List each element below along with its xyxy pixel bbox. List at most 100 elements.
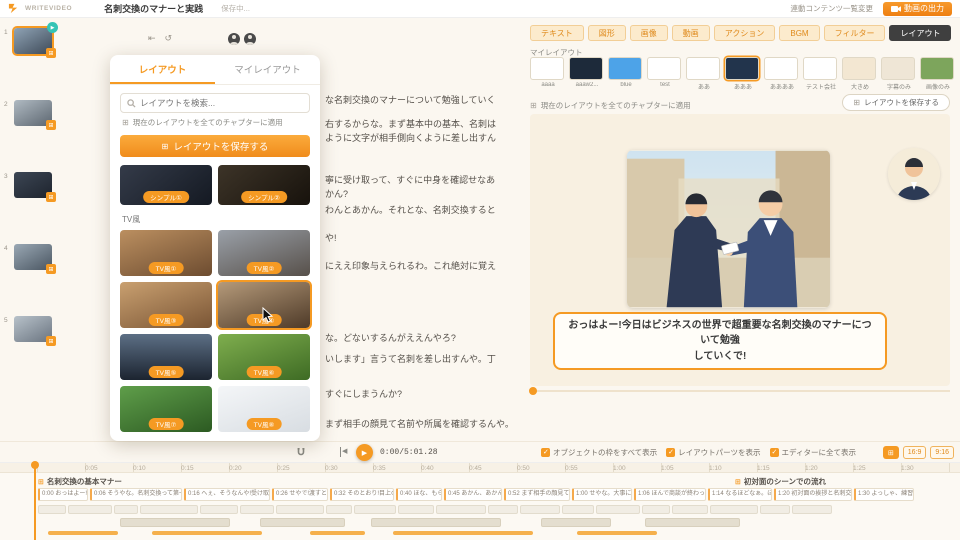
object-clip[interactable] xyxy=(488,505,518,514)
timeline-clip[interactable]: 0:52 まず相手の顔見て名前 xyxy=(504,488,570,501)
object-clip[interactable] xyxy=(596,505,640,514)
layout-preset-thumbnail[interactable]: TV風⑦ xyxy=(120,386,212,432)
display-toggle[interactable]: レイアウトパーツを表示 xyxy=(666,447,760,458)
object-clip[interactable] xyxy=(760,505,790,514)
script-line[interactable]: な。どないするんがええんやろ? xyxy=(325,331,515,344)
character-2-avatar[interactable] xyxy=(244,33,256,45)
subtitle-box[interactable]: おっはよー!今日はビジネスの世界で超重要な名刺交換のマナーについて勉強 していく… xyxy=(553,312,887,370)
display-toggle[interactable]: エディターに全て表示 xyxy=(770,447,856,458)
script-line[interactable]: 寧に受け取って、すぐに中身を確認せなあ xyxy=(325,173,515,186)
timeline-clip[interactable]: 1:20 初対面の挨拶と名刺交換の流れ xyxy=(774,488,852,501)
panel-tab[interactable]: フィルター xyxy=(824,25,886,41)
stage-scrubber[interactable] xyxy=(530,390,950,392)
object-clip[interactable] xyxy=(114,505,138,514)
timeline-clip[interactable]: 1:30 よっしゃ、練習や xyxy=(854,488,914,501)
timeline-clip[interactable]: 0:40 ほな、もらった後 xyxy=(396,488,442,501)
timeline-clip[interactable]: 1:14 なるほどなぁ。ほな次 xyxy=(708,488,772,501)
chapter-thumbnail[interactable]: 2 ⊞ ▶ xyxy=(14,100,52,126)
object-clip[interactable] xyxy=(326,505,352,514)
object-clip[interactable] xyxy=(520,505,560,514)
object-clip[interactable] xyxy=(140,505,198,514)
my-layout-item[interactable]: あああ xyxy=(725,57,759,80)
object-clip[interactable] xyxy=(398,505,434,514)
script-line[interactable]: や! xyxy=(325,231,515,244)
play-button[interactable]: ▶ xyxy=(356,444,373,461)
popup-tab[interactable]: マイレイアウト xyxy=(215,55,320,84)
my-layout-item[interactable]: aaaa xyxy=(530,57,564,80)
media-clip[interactable] xyxy=(260,518,345,527)
script-line[interactable]: な名刺交換のマナーについて勉強していく xyxy=(325,93,515,106)
play-chapter-icon[interactable]: ▶ xyxy=(47,22,58,33)
grid-view-button[interactable]: ⊞ xyxy=(883,446,899,459)
bgm-clip[interactable] xyxy=(310,531,365,535)
media-clip[interactable] xyxy=(541,518,611,527)
chapter-label[interactable]: ⊞ 名刺交換の基本マナー xyxy=(38,476,122,487)
my-layout-item[interactable]: 画像のみ xyxy=(920,57,954,80)
timeline-clip[interactable]: 0:00 おっはよー!今日はビ xyxy=(38,488,88,501)
project-title[interactable]: 名刺交換のマナーと実践 xyxy=(104,2,203,15)
panel-tab[interactable]: 画像 xyxy=(630,25,668,41)
character-1-avatar[interactable] xyxy=(228,33,240,45)
media-clip[interactable] xyxy=(645,518,740,527)
timeline-clip[interactable]: 0:16 へぇ、そうなんや!受け取るとき xyxy=(184,488,270,501)
object-clip[interactable] xyxy=(38,505,66,514)
timeline-ruler[interactable]: 0:050:100:150:200:250:300:350:400:450:50… xyxy=(0,462,960,472)
timeline-clip[interactable]: 0:06 そうやな。名刺交換って第一印象のお xyxy=(90,488,182,501)
my-layout-item[interactable]: テスト会社 xyxy=(803,57,837,80)
export-video-button[interactable]: 動画の出力 xyxy=(883,2,952,16)
display-toggle[interactable]: オブジェクトの枠をすべて表示 xyxy=(541,447,657,458)
layout-preset-thumbnail[interactable]: TV風① xyxy=(120,230,212,276)
script-line[interactable]: まず相手の顔見て名前や所属を確認するんや。 xyxy=(325,417,515,430)
bgm-clip[interactable] xyxy=(48,531,118,535)
preview-image[interactable] xyxy=(627,150,830,308)
media-clip[interactable] xyxy=(371,518,501,527)
object-clip[interactable] xyxy=(562,505,594,514)
undo-icon[interactable]: ↺ xyxy=(165,33,173,44)
playhead-handle[interactable] xyxy=(31,461,39,469)
chapter-thumbnail[interactable]: 1 ⊞ ▶ xyxy=(14,28,52,54)
aspect-ratio-button[interactable]: 9:16 xyxy=(930,446,954,459)
script-line[interactable]: かん? xyxy=(325,187,515,200)
scrubber-handle[interactable] xyxy=(529,387,537,395)
panel-tab[interactable]: アクション xyxy=(714,25,776,41)
object-clip[interactable] xyxy=(240,505,274,514)
linked-content-link[interactable]: 連動コンテンツ一覧変更 xyxy=(791,3,874,14)
collapse-icon[interactable]: ⇤ xyxy=(148,33,156,44)
layout-preset-thumbnail[interactable]: シンプル① xyxy=(120,165,212,205)
snap-magnet-icon[interactable] xyxy=(296,447,306,457)
layout-search-input[interactable] xyxy=(140,98,303,108)
my-layout-item[interactable]: 字幕のみ xyxy=(881,57,915,80)
bgm-clip[interactable] xyxy=(152,531,262,535)
timeline-clip[interactable]: 0:32 そのとおり!目上の人 xyxy=(330,488,394,501)
popup-tab[interactable]: レイアウト xyxy=(110,55,215,84)
script-line[interactable]: にええ印象与えられるわ。これ絶対に覚え xyxy=(325,259,515,272)
bgm-clip[interactable] xyxy=(393,531,533,535)
chapter-thumbnail[interactable]: 3 ⊞ ▶ xyxy=(14,172,52,198)
my-layout-item[interactable]: ああああ xyxy=(764,57,798,80)
timeline-clip[interactable]: 0:26 せやで!渡すときは xyxy=(272,488,328,501)
chapter-thumbnail[interactable]: 5 ⊞ ▶ xyxy=(14,316,52,342)
playhead[interactable] xyxy=(34,462,36,540)
object-clip[interactable] xyxy=(672,505,708,514)
apply-all-row[interactable]: ⊞ 現在のレイアウトを全てのチャプターに適用 xyxy=(530,100,691,111)
script-editor[interactable]: な名刺交換のマナーについて勉強していく右するからな。まず基本中の基本、名刺はよう… xyxy=(325,0,517,440)
script-line[interactable]: すぐにしまうんか? xyxy=(325,387,515,400)
chapter-label[interactable]: ⊞ 初対面のシーンでの流れ xyxy=(735,476,826,487)
object-clip[interactable] xyxy=(792,505,832,514)
object-clip[interactable] xyxy=(642,505,670,514)
my-layout-item[interactable]: aaaw2... xyxy=(569,57,603,80)
layout-preset-thumbnail[interactable]: TV風③ xyxy=(120,282,212,328)
panel-tab[interactable]: 図形 xyxy=(588,25,626,41)
my-layout-item[interactable]: ああ xyxy=(686,57,720,80)
my-layout-item[interactable]: blue xyxy=(608,57,642,80)
timeline-clip[interactable]: 0:45 あかん、あかん!相手 xyxy=(444,488,502,501)
layout-preset-thumbnail[interactable]: シンプル② xyxy=(218,165,310,205)
object-clip[interactable] xyxy=(436,505,486,514)
layout-preset-thumbnail[interactable]: TV風② xyxy=(218,230,310,276)
object-clip[interactable] xyxy=(354,505,396,514)
object-clip[interactable] xyxy=(276,505,324,514)
panel-tab[interactable]: レイアウト xyxy=(889,25,951,41)
apply-all-row[interactable]: ⊞ 現在のレイアウトを全てのチャプターに適用 xyxy=(122,117,308,128)
layout-preset-thumbnail[interactable]: TV風⑥ xyxy=(218,334,310,380)
panel-tab[interactable]: BGM xyxy=(779,25,819,41)
